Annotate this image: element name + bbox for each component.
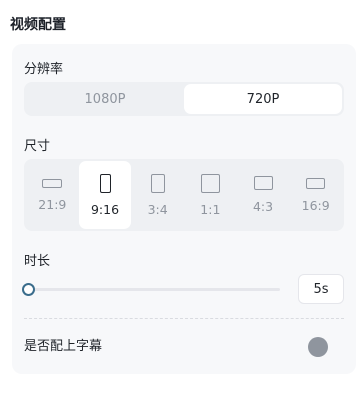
- ratio-option-16-9[interactable]: 16:9: [289, 161, 342, 229]
- resolution-option-720p[interactable]: 720P: [184, 84, 342, 114]
- ratio-21-9-icon: [42, 178, 63, 188]
- ratio-label: 4:3: [252, 199, 274, 214]
- ratio-option-4-3[interactable]: 4:3: [237, 161, 290, 229]
- duration-label: 时长: [24, 254, 51, 269]
- divider: [24, 318, 344, 319]
- subtitles-label: 是否配上字幕: [24, 339, 103, 354]
- video-config-panel: 分辨率 1080P 720P 尺寸 21:9 9:16 3:4 1:1 4:3 …: [12, 44, 356, 374]
- resolution-label: 分辨率: [24, 62, 64, 77]
- ratio-3-4-icon: [150, 173, 165, 193]
- ratio-16-9-icon: [306, 177, 326, 189]
- size-label: 尺寸: [24, 139, 51, 154]
- aspect-ratio-selector: 21:9 9:16 3:4 1:1 4:3 16:9: [24, 159, 344, 231]
- duration-slider-track[interactable]: [26, 288, 280, 291]
- ratio-option-1-1[interactable]: 1:1: [184, 161, 237, 229]
- resolution-segmented-control: 1080P 720P: [24, 82, 344, 116]
- resolution-option-1080p[interactable]: 1080P: [26, 84, 184, 114]
- ratio-label: 9:16: [90, 201, 120, 217]
- ratio-label: 3:4: [147, 201, 168, 217]
- ratio-option-21-9[interactable]: 21:9: [26, 161, 79, 229]
- ratio-label: 1:1: [200, 201, 221, 217]
- duration-value-input[interactable]: 5s: [298, 274, 344, 304]
- ratio-label: 16:9: [301, 197, 330, 213]
- subtitles-toggle[interactable]: [308, 337, 328, 357]
- page-title: 视频配置: [10, 17, 66, 33]
- ratio-option-3-4[interactable]: 3:4: [131, 161, 184, 229]
- duration-slider-handle[interactable]: [22, 283, 35, 296]
- ratio-9-16-icon: [99, 173, 111, 193]
- ratio-option-9-16[interactable]: 9:16: [78, 161, 132, 229]
- ratio-4-3-icon: [253, 176, 273, 190]
- ratio-1-1-icon: [200, 173, 220, 193]
- ratio-label: 21:9: [38, 196, 67, 212]
